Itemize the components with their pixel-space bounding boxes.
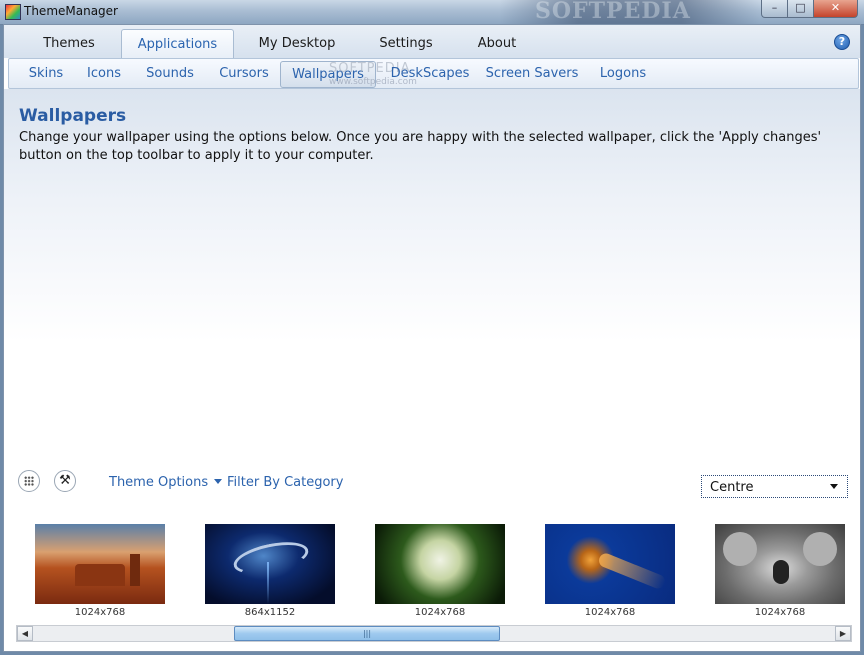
wallpaper-resolution: 1024x768 bbox=[414, 607, 466, 618]
app-client: Themes Applications My Desktop Settings … bbox=[3, 24, 861, 652]
subtab-screen-savers[interactable]: Screen Savers bbox=[484, 61, 580, 86]
subtab-skins[interactable]: Skins bbox=[19, 61, 73, 86]
minimize-button[interactable]: – bbox=[761, 0, 788, 18]
maximize-button[interactable]: □ bbox=[788, 0, 814, 18]
chevron-down-icon bbox=[830, 484, 838, 489]
tools-button[interactable]: ⚒ bbox=[54, 470, 76, 492]
wallpaper-thumb-koala[interactable] bbox=[715, 524, 845, 604]
wallpaper-resolution: 1024x768 bbox=[584, 607, 636, 618]
help-icon[interactable]: ? bbox=[834, 34, 850, 50]
window-controls: – □ ✕ bbox=[761, 0, 858, 18]
subtab-deskscapes[interactable]: DeskScapes bbox=[385, 61, 475, 86]
tab-themes[interactable]: Themes bbox=[34, 29, 104, 58]
tab-my-desktop[interactable]: My Desktop bbox=[250, 29, 344, 58]
page-title: Wallpapers bbox=[19, 106, 127, 126]
wallpaper-resolution: 1024x768 bbox=[754, 607, 806, 618]
tab-applications[interactable]: Applications bbox=[121, 29, 234, 59]
tools-icon: ⚒ bbox=[59, 473, 71, 488]
theme-options-dropdown[interactable]: Theme Options bbox=[109, 475, 223, 490]
wallpaper-thumb-hydrangea[interactable] bbox=[375, 524, 505, 604]
close-button[interactable]: ✕ bbox=[814, 0, 858, 18]
wallpaper-thumb-abstract[interactable] bbox=[205, 524, 335, 604]
theme-options-label: Theme Options bbox=[109, 475, 209, 490]
caret-down-icon bbox=[214, 479, 223, 484]
scroll-right-button[interactable]: ▶ bbox=[835, 626, 851, 641]
subtab-logons[interactable]: Logons bbox=[594, 61, 652, 86]
subtab-cursors[interactable]: Cursors bbox=[212, 61, 276, 86]
tab-settings[interactable]: Settings bbox=[372, 29, 440, 58]
wallpaper-position-select[interactable]: Centre bbox=[701, 475, 848, 498]
wallpaper-thumb-jellyfish[interactable] bbox=[545, 524, 675, 604]
wallpapers-panel: Wallpapers Change your wallpaper using t… bbox=[4, 89, 860, 651]
title-watermark: SOFTPEDIA bbox=[535, 0, 691, 24]
grid-view-button[interactable] bbox=[18, 470, 40, 492]
app-icon bbox=[5, 4, 21, 20]
subtab-icons[interactable]: Icons bbox=[79, 61, 129, 86]
main-tabs: Themes Applications My Desktop Settings … bbox=[4, 25, 860, 59]
page-description: Change your wallpaper using the options … bbox=[19, 130, 822, 163]
scroll-thumb[interactable]: ||| bbox=[234, 626, 500, 641]
wallpaper-resolution: 1024x768 bbox=[74, 607, 126, 618]
window-title: ThemeManager bbox=[24, 4, 118, 18]
grid-view-icon bbox=[24, 476, 34, 486]
thumbnail-scrollbar[interactable]: ◀ ||| ▶ bbox=[16, 625, 852, 642]
wallpaper-position-value: Centre bbox=[710, 480, 754, 495]
tab-about[interactable]: About bbox=[467, 29, 527, 58]
wallpaper-thumb-desert[interactable] bbox=[35, 524, 165, 604]
filter-by-category-link[interactable]: Filter By Category bbox=[227, 475, 343, 490]
wallpaper-resolution: 864x1152 bbox=[244, 607, 296, 618]
title-bar: SOFTPEDIA ThemeManager – □ ✕ bbox=[0, 0, 864, 25]
sub-tabs: Skins Icons Sounds Cursors Wallpapers SO… bbox=[8, 58, 859, 89]
scroll-left-button[interactable]: ◀ bbox=[17, 626, 33, 641]
subtab-sounds[interactable]: Sounds bbox=[140, 61, 200, 86]
